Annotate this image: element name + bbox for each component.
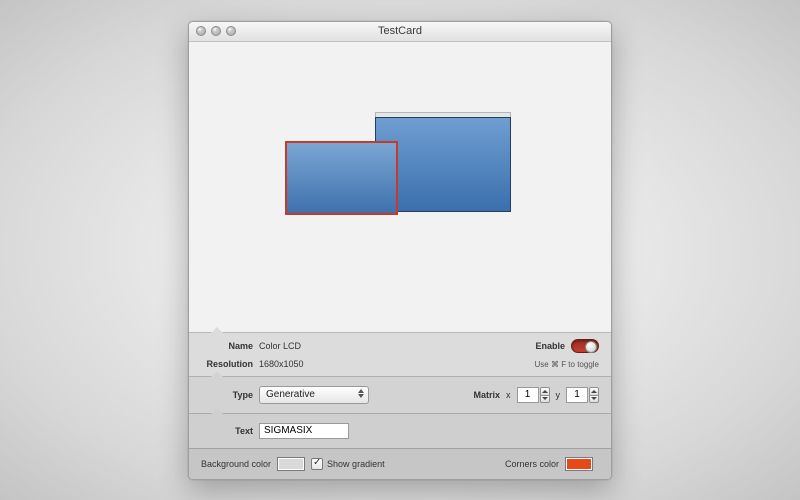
type-panel: Type Generative Matrix x y <box>189 376 611 413</box>
enable-label: Enable <box>535 341 565 351</box>
text-label: Text <box>201 426 259 436</box>
matrix-label: Matrix <box>473 390 500 400</box>
corners-color-label: Corners color <box>505 459 559 469</box>
name-value: Color LCD <box>259 341 301 351</box>
name-label: Name <box>201 341 259 351</box>
stepper-up-icon[interactable] <box>540 387 550 395</box>
window-title: TestCard <box>189 25 611 37</box>
enable-toggle[interactable] <box>571 339 599 353</box>
bg-color-swatch[interactable] <box>277 457 305 471</box>
matrix-x-stepper[interactable] <box>517 387 550 403</box>
type-value: Generative <box>266 389 315 400</box>
app-window: TestCard Name Color LCD Enable Resolutio… <box>188 21 612 480</box>
text-field[interactable] <box>259 423 349 439</box>
primary-display[interactable] <box>285 141 398 215</box>
type-select[interactable]: Generative <box>259 386 369 404</box>
chevron-updown-icon <box>358 389 364 398</box>
text-panel: Text <box>189 413 611 448</box>
bg-color-label: Background color <box>201 459 271 469</box>
show-gradient-checkbox[interactable] <box>311 458 323 470</box>
stepper-down-icon[interactable] <box>589 395 599 403</box>
stepper-down-icon[interactable] <box>540 395 550 403</box>
show-gradient-label: Show gradient <box>327 459 385 469</box>
type-label: Type <box>201 390 259 400</box>
corners-color-swatch[interactable] <box>565 457 593 471</box>
stepper-up-icon[interactable] <box>589 387 599 395</box>
info-panel: Name Color LCD Enable Resolution 1680x10… <box>189 332 611 376</box>
enable-hint: Use ⌘ F to toggle <box>535 360 599 369</box>
traffic-lights <box>196 26 236 36</box>
titlebar[interactable]: TestCard <box>189 22 611 42</box>
zoom-icon[interactable] <box>226 26 236 36</box>
preview-area <box>189 42 611 332</box>
minimize-icon[interactable] <box>211 26 221 36</box>
matrix-x-field[interactable] <box>517 387 539 403</box>
matrix-y-field[interactable] <box>566 387 588 403</box>
matrix-y-stepper[interactable] <box>566 387 599 403</box>
color-panel: Background color Show gradient Corners c… <box>189 448 611 479</box>
matrix-y-label: y <box>556 390 561 400</box>
matrix-x-label: x <box>506 390 511 400</box>
resolution-value: 1680x1050 <box>259 359 304 369</box>
close-icon[interactable] <box>196 26 206 36</box>
resolution-label: Resolution <box>201 359 259 369</box>
